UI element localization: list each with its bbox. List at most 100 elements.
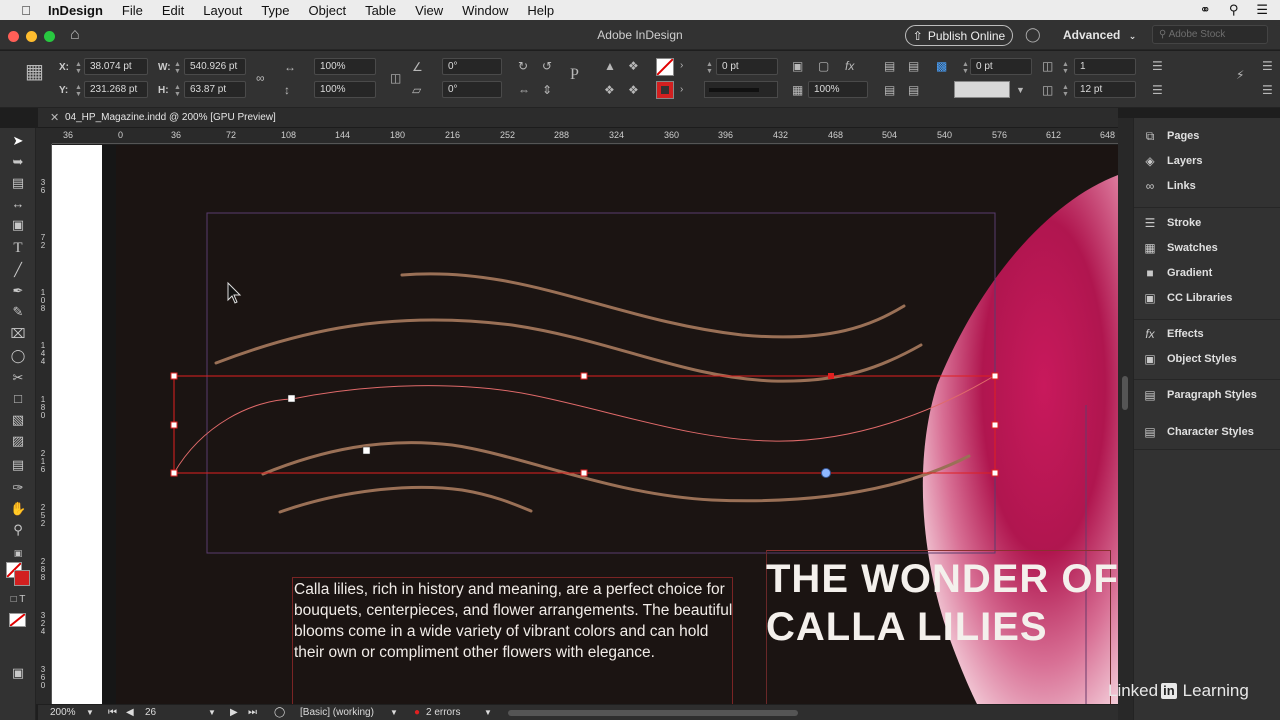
- drop-shadow-icon[interactable]: ▣: [792, 59, 803, 73]
- close-icon[interactable]: ✕: [50, 111, 59, 124]
- direct-selection-tool-icon[interactable]: ➥: [10, 154, 26, 170]
- selection-handles[interactable]: [170, 372, 999, 477]
- previous-page-icon[interactable]: ◀: [126, 707, 134, 718]
- quick-actions-icon[interactable]: ⚡: [1236, 68, 1244, 82]
- effects-panel-button[interactable]: fx Effects: [1142, 325, 1203, 343]
- last-page-icon[interactable]: ⏭: [248, 707, 257, 718]
- workspace-switcher[interactable]: Advanced ⌄: [1063, 28, 1136, 42]
- apply-none-icon[interactable]: [9, 613, 26, 627]
- select-content-icon[interactable]: ❖: [628, 59, 639, 73]
- selection-tool-icon[interactable]: ➤: [10, 133, 26, 149]
- text-align-right-icon[interactable]: ☰: [1152, 83, 1163, 97]
- fill-swatch[interactable]: [656, 58, 674, 76]
- object-styles-panel-button[interactable]: ▣ Object Styles: [1142, 350, 1236, 368]
- screen-mode-icon[interactable]: ▣: [10, 665, 26, 681]
- text-wrap-box-icon[interactable]: ▤: [908, 59, 919, 73]
- note-tool-icon[interactable]: ▤: [10, 457, 26, 473]
- stroke-weight-stepper-icon[interactable]: ▲ ▼: [706, 61, 713, 75]
- stroke-type-select[interactable]: [704, 81, 778, 98]
- layers-panel-button[interactable]: ◈ Layers: [1142, 152, 1202, 170]
- document-canvas[interactable]: Calla lilies, rich in history and meanin…: [52, 145, 1118, 704]
- shadow-toggle-icon[interactable]: ▢: [818, 59, 829, 73]
- default-colors-icon[interactable]: ▣: [10, 545, 26, 561]
- menu-type[interactable]: Type: [261, 3, 289, 18]
- formatting-container-icon[interactable]: □ T: [10, 592, 26, 608]
- gradient-swatch-tool-icon[interactable]: ▧: [10, 412, 26, 428]
- error-count[interactable]: 2 errors: [426, 707, 460, 718]
- select-previous-icon[interactable]: ❖: [604, 83, 615, 97]
- x-field[interactable]: 38.074 pt: [84, 58, 148, 75]
- body-text[interactable]: Calla lilies, rich in history and meanin…: [294, 579, 734, 663]
- apple-icon[interactable]: : [18, 3, 34, 18]
- line-tool-icon[interactable]: ╱: [10, 262, 26, 278]
- select-next-icon[interactable]: ❖: [628, 83, 639, 97]
- x-stepper-icon[interactable]: ▲ ▼: [75, 61, 82, 75]
- horizontal-ruler[interactable]: 36 0 36 72 108 144 180 216 252 288 324 3…: [52, 128, 1118, 144]
- object-style-select[interactable]: [954, 81, 1010, 98]
- free-transform-tool-icon[interactable]: □: [10, 391, 26, 407]
- stroke-weight-field[interactable]: 0 pt: [716, 58, 778, 75]
- rotate-field[interactable]: 0°: [442, 58, 502, 75]
- constrain-proportions-icon[interactable]: ∞: [256, 71, 265, 85]
- ruler-origin[interactable]: [36, 128, 52, 144]
- fill-menu-icon[interactable]: ›: [680, 59, 683, 73]
- publish-online-button[interactable]: ⇧ Publish Online: [905, 25, 1013, 46]
- rectangle-frame-tool-icon[interactable]: ⌧: [10, 326, 26, 342]
- menu-layout[interactable]: Layout: [203, 3, 242, 18]
- reference-point-icon[interactable]: ▦: [25, 62, 44, 82]
- type-tool-icon[interactable]: T: [10, 240, 26, 256]
- h-field[interactable]: 63.87 pt: [184, 81, 246, 98]
- menu-help[interactable]: Help: [527, 3, 554, 18]
- first-page-icon[interactable]: ⏮: [108, 707, 117, 718]
- paragraph-styles-panel-button[interactable]: ▤ Paragraph Styles: [1142, 386, 1257, 404]
- page-tool-icon[interactable]: ▤: [10, 175, 26, 191]
- horizontal-scrollbar[interactable]: [508, 710, 798, 716]
- page-number-field[interactable]: 26: [145, 707, 156, 718]
- headline[interactable]: THE WONDER OF CALLA LILIES: [766, 555, 1118, 651]
- rotate-cw-icon[interactable]: ↻: [518, 59, 528, 73]
- chevron-down-icon[interactable]: ▼: [484, 708, 492, 717]
- vertical-scrollbar[interactable]: [1122, 376, 1128, 410]
- chevron-down-icon[interactable]: ▼: [86, 708, 94, 717]
- stroke-menu-icon[interactable]: ›: [680, 83, 683, 97]
- cc-libraries-panel-button[interactable]: ▣ CC Libraries: [1142, 289, 1232, 307]
- swatches-panel-button[interactable]: ▦ Swatches: [1142, 239, 1217, 257]
- zoom-level-field[interactable]: 200%: [50, 707, 76, 718]
- shear-field[interactable]: 0°: [442, 81, 502, 98]
- content-grabber-icon[interactable]: [821, 468, 831, 478]
- text-align-icon[interactable]: ☰: [1152, 59, 1163, 73]
- panel-menu-icon[interactable]: ☰: [1262, 59, 1273, 73]
- links-panel-button[interactable]: ∞ Links: [1142, 177, 1196, 195]
- menu-file[interactable]: File: [122, 3, 143, 18]
- stroke-panel-button[interactable]: ☰ Stroke: [1142, 214, 1202, 232]
- zoom-tool-icon[interactable]: ⚲: [10, 522, 26, 538]
- chevron-down-icon[interactable]: ▼: [1016, 83, 1025, 97]
- scale-x-field[interactable]: 100%: [314, 58, 376, 75]
- flip-vertical-icon[interactable]: ⇕: [542, 83, 552, 97]
- rotate-ccw-icon[interactable]: ↺: [542, 59, 552, 73]
- gradient-panel-button[interactable]: ■ Gradient: [1142, 264, 1212, 282]
- ellipse-tool-icon[interactable]: ◯: [10, 348, 26, 364]
- list-icon[interactable]: ☰: [1256, 2, 1268, 18]
- pages-panel-button[interactable]: ⧉ Pages: [1142, 127, 1200, 145]
- align-center-icon[interactable]: ▤: [908, 83, 919, 97]
- y-stepper-icon[interactable]: ▲ ▼: [75, 84, 82, 98]
- h-stepper-icon[interactable]: ▲ ▼: [174, 84, 181, 98]
- lightbulb-icon[interactable]: ◯: [1025, 26, 1041, 43]
- paragraph-orientation-icon[interactable]: P: [570, 67, 579, 83]
- w-field[interactable]: 540.926 pt: [184, 58, 246, 75]
- wave-line-1[interactable]: [400, 272, 906, 339]
- columns-field[interactable]: 1: [1074, 58, 1136, 75]
- preflight-profile[interactable]: [Basic] (working): [300, 707, 374, 718]
- scissors-tool-icon[interactable]: ✂: [10, 370, 26, 386]
- anchor-point[interactable]: [362, 446, 371, 455]
- y-field[interactable]: 231.268 pt: [84, 81, 148, 98]
- content-collector-icon[interactable]: ▣: [10, 217, 26, 233]
- search-icon[interactable]: ⚲: [1229, 2, 1239, 18]
- fx-icon[interactable]: fx: [845, 59, 854, 73]
- hand-tool-icon[interactable]: ✋: [10, 501, 26, 517]
- adobe-stock-search[interactable]: ⚲ Adobe Stock: [1152, 25, 1268, 44]
- pencil-tool-icon[interactable]: ✎: [10, 304, 26, 320]
- opacity-field[interactable]: 100%: [808, 81, 868, 98]
- eyedropper-tool-icon[interactable]: ✑: [10, 480, 26, 496]
